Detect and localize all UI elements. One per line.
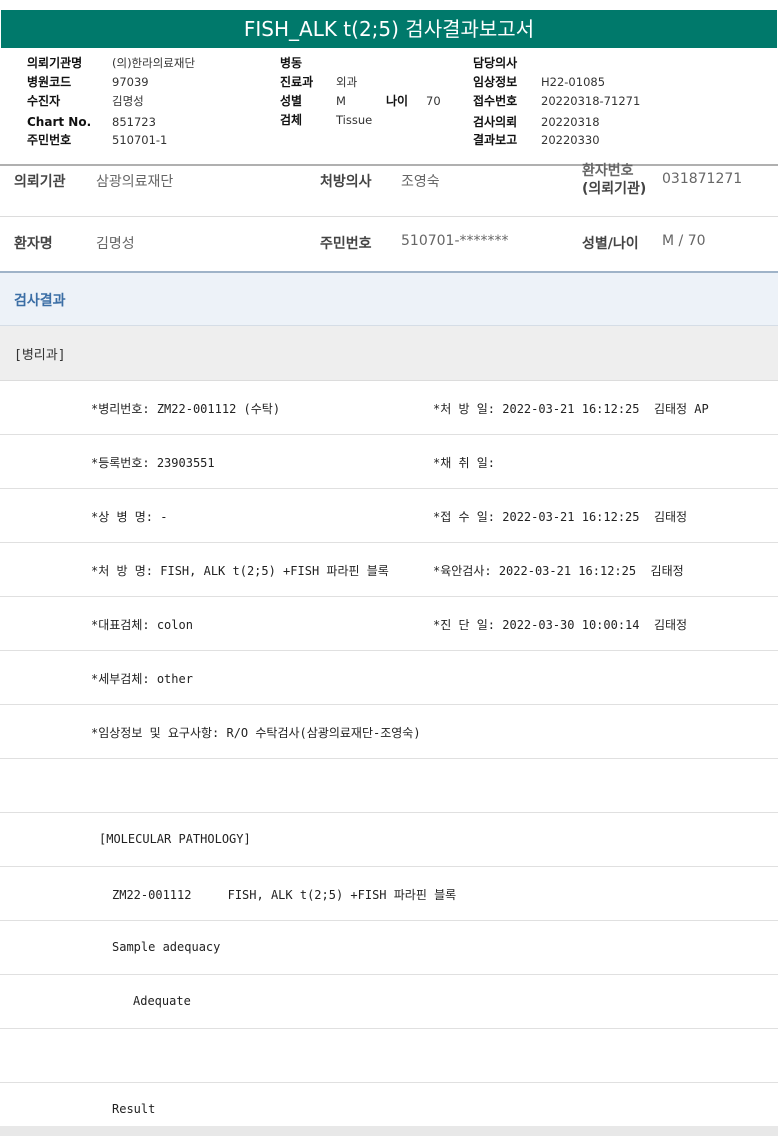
patient-no-label-2: (의뢰기관) (582, 181, 647, 197)
hospital-code-value: 97039 (112, 75, 149, 89)
result-row: [MOLECULAR PATHOLOGY] (0, 813, 778, 867)
result-row: *처 방 명: FISH, ALK t(2;5) +FISH 파라핀 블록 *육… (0, 543, 778, 597)
patient-label: 수진자 (27, 94, 61, 108)
result-left: *등록번호: 23903551 (91, 456, 215, 470)
sex-value: M (336, 94, 346, 108)
chart-no-label: Chart No. (27, 115, 92, 129)
result-row: *임상정보 및 요구사항: R/O 수탁검사(삼광의료재단-조영숙) (0, 705, 778, 759)
results-section-header: 검사결과 (0, 272, 778, 326)
age-value: 70 (426, 94, 441, 108)
result-row-empty (0, 759, 778, 813)
hospital-code-label: 병원코드 (27, 75, 72, 89)
result-right: *진 단 일: 2022-03-30 10:00:14 김태정 (433, 618, 688, 632)
receipt-no-value: 20220318-71271 (541, 94, 641, 108)
department-row: [병리과] (0, 326, 778, 381)
request-date-value: 20220318 (541, 115, 600, 129)
prescriber-label: 처방의사 (320, 174, 372, 190)
sex-age-label: 성별/나이 (582, 236, 639, 252)
result-row: *등록번호: 23903551 *채 취 일: (0, 435, 778, 489)
department-value: 외과 (336, 75, 358, 89)
result-row: *병리번호: ZM22-001112 (수탁) *처 방 일: 2022-03-… (0, 381, 778, 435)
header-row-institution: 의뢰기관 삼광의료재단 처방의사 조영숙 환자번호 (의뢰기관) 0318712… (0, 163, 778, 217)
request-date-label: 검사의뢰 (473, 115, 518, 129)
result-row: *상 병 명: - *접 수 일: 2022-03-21 16:12:25 김태… (0, 489, 778, 543)
department-name: [병리과] (14, 348, 66, 363)
age-label: 나이 (386, 94, 409, 108)
department-label: 진료과 (280, 75, 314, 89)
result-right: *처 방 일: 2022-03-21 16:12:25 김태정 AP (433, 402, 709, 416)
sample-adequacy-label: Sample adequacy (112, 940, 221, 954)
result-date-value: 20220330 (541, 133, 600, 147)
resident-no-value: 510701-1 (112, 133, 168, 147)
institution-value: (의)한라의료재단 (112, 56, 196, 70)
inst-label: 의뢰기관 (14, 174, 66, 190)
rrn-value: 510701-******* (401, 233, 509, 249)
results-section-title: 검사결과 (14, 293, 66, 309)
header-row-patient: 환자명 김명성 주민번호 510701-******* 성별/나이 M / 70 (0, 217, 778, 272)
pathology-test-line: ZM22-001112 FISH, ALK t(2;5) +FISH 파라핀 블… (112, 888, 457, 902)
sex-label: 성별 (280, 94, 303, 108)
result-row: ZM22-001112 FISH, ALK t(2;5) +FISH 파라핀 블… (0, 867, 778, 921)
result-right: *채 취 일: (433, 456, 496, 470)
report-title: FISH_ALK t(2;5) 검사결과보고서 (1, 10, 777, 48)
result-heading: Result (112, 1102, 156, 1116)
sex-age-value: M / 70 (662, 233, 706, 249)
patient-no-value: 031871271 (662, 171, 743, 187)
result-left: *병리번호: ZM22-001112 (수탁) (91, 402, 281, 416)
result-row: *대표검체: colon *진 단 일: 2022-03-30 10:00:14… (0, 597, 778, 651)
result-left: *대표검체: colon (91, 618, 193, 632)
result-left: *처 방 명: FISH, ALK t(2;5) +FISH 파라핀 블록 (91, 564, 389, 578)
result-date-label: 결과보고 (473, 133, 518, 147)
resident-no-label: 주민번호 (27, 133, 72, 147)
doctor-label: 담당의사 (473, 56, 518, 70)
result-row: *세부검체: other (0, 651, 778, 705)
result-row: Sample adequacy (0, 921, 778, 975)
patient-name-label: 환자명 (14, 236, 53, 252)
result-left: *상 병 명: - (91, 510, 168, 524)
rrn-label: 주민번호 (320, 236, 372, 252)
clinical-info-value: H22-01085 (541, 75, 606, 89)
institution-label: 의뢰기관명 (27, 56, 83, 70)
report-info-block: 의뢰기관명 (의)한라의료재단 병원코드 97039 수진자 김명성 Chart… (0, 52, 778, 162)
result-right: *육안검사: 2022-03-21 16:12:25 김태정 (433, 564, 684, 578)
patient-value: 김명성 (112, 94, 144, 108)
molecular-pathology-heading: [MOLECULAR PATHOLOGY] (99, 832, 251, 846)
prescriber-value: 조영숙 (401, 174, 440, 190)
clinical-info-label: 임상정보 (473, 75, 518, 89)
result-row: Result (0, 1083, 778, 1126)
result-row-empty (0, 1029, 778, 1083)
result-right: *접 수 일: 2022-03-21 16:12:25 김태정 (433, 510, 688, 524)
specimen-label: 검체 (280, 113, 303, 127)
ward-label: 병동 (280, 56, 303, 70)
patient-no-label-1: 환자번호 (582, 163, 634, 179)
receipt-no-label: 접수번호 (473, 94, 518, 108)
result-left: *임상정보 및 요구사항: R/O 수탁검사(삼광의료재단-조영숙) (91, 726, 421, 740)
specimen-value: Tissue (336, 113, 373, 127)
inst-value: 삼광의료재단 (96, 174, 174, 190)
chart-no-value: 851723 (112, 115, 156, 129)
scroll-area-bottom (0, 1126, 778, 1136)
patient-name-value: 김명성 (96, 236, 135, 252)
sample-adequacy-value: Adequate (133, 994, 191, 1008)
result-left: *세부검체: other (91, 672, 193, 686)
result-row: Adequate (0, 975, 778, 1029)
